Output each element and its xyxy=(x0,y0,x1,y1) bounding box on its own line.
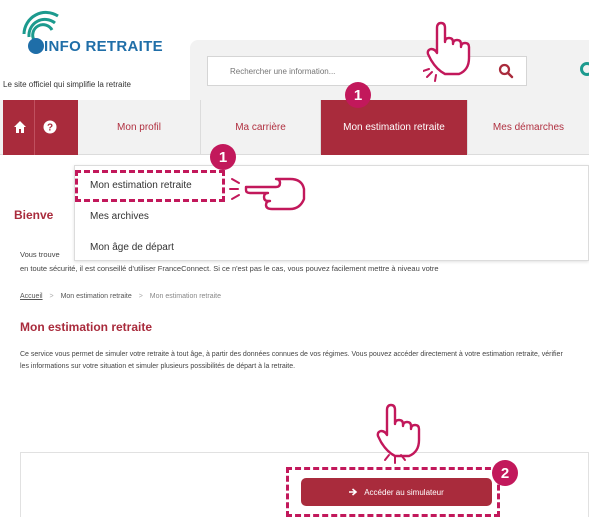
breadcrumb-section-link[interactable]: Mon estimation retraite xyxy=(61,293,132,300)
help-icon[interactable]: ? xyxy=(43,120,57,134)
nav-tab-label: Ma carrière xyxy=(235,122,286,133)
highlight-simulator-button-box xyxy=(286,467,500,517)
svg-text:?: ? xyxy=(47,123,53,134)
pointing-hand-icon xyxy=(229,177,306,211)
logo-wordmark: INFO RETRAITE xyxy=(44,38,163,55)
nav-tab-mon-estimation-retraite[interactable]: Mon estimation retraite xyxy=(321,100,468,155)
search-icon[interactable] xyxy=(498,63,514,79)
page-title: Mon estimation retraite xyxy=(20,320,153,334)
site-tagline: Le site officiel qui simplifie la retrai… xyxy=(3,80,131,89)
info-retraite-logo[interactable]: INFO RETRAITE xyxy=(14,6,184,62)
dropdown-item-label: Mon âge de départ xyxy=(90,242,174,253)
pointing-hand-icon xyxy=(376,403,421,464)
nav-tab-mes-demarches[interactable]: Mes démarches xyxy=(468,100,589,155)
welcome-heading: Bienve xyxy=(14,208,54,222)
home-icon[interactable] xyxy=(13,120,27,134)
nav-tab-mon-profil[interactable]: Mon profil xyxy=(78,100,201,155)
dropdown-item-mon-age-de-depart[interactable]: Mon âge de départ xyxy=(90,242,174,253)
breadcrumb-separator: > xyxy=(138,293,143,300)
intro-text-line-1: Vous trouve xyxy=(20,250,60,259)
step-badge-2: 2 xyxy=(492,460,518,486)
breadcrumb-home-link[interactable]: Accueil xyxy=(20,293,43,300)
main-nav: ? Mon profil Ma carrière Mon estimation … xyxy=(0,100,589,155)
step-badge-1-nav: 1 xyxy=(345,82,371,108)
breadcrumb: Accueil > Mon estimation retraite > Mon … xyxy=(20,293,221,300)
page-description: Ce service vous permet de simuler votre … xyxy=(20,351,563,370)
dropdown-item-label: Mes archives xyxy=(90,211,149,222)
breadcrumb-current: Mon estimation retraite xyxy=(149,293,221,300)
intro-text-line-2: en toute sécurité, il est conseillé d'ut… xyxy=(20,264,439,273)
search-box xyxy=(207,56,527,86)
nav-icon-group: ? xyxy=(3,100,78,155)
user-circle-icon[interactable] xyxy=(580,62,589,76)
nav-divider xyxy=(34,100,35,155)
pointing-hand-icon xyxy=(423,21,471,82)
dropdown-item-mes-archives[interactable]: Mes archives xyxy=(90,211,149,222)
highlight-dropdown-item-box xyxy=(75,170,225,202)
nav-tab-label: Mon profil xyxy=(117,122,161,133)
breadcrumb-separator: > xyxy=(49,293,54,300)
nav-tab-label: Mes démarches xyxy=(492,122,565,133)
nav-tab-label: Mon estimation retraite xyxy=(343,122,445,133)
